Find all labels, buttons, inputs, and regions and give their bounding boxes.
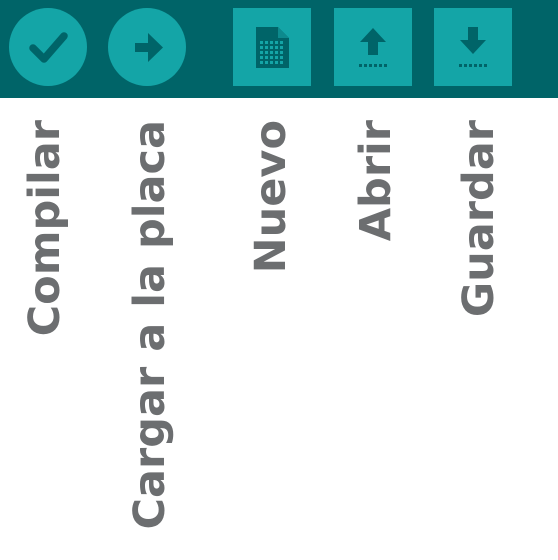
open-label: Abrir: [351, 120, 401, 242]
new-label: Nuevo: [246, 120, 296, 274]
button-labels: Compilar Cargar a la placa Nuevo Abrir G…: [0, 98, 558, 560]
save-button[interactable]: [434, 8, 512, 86]
open-button[interactable]: [334, 8, 412, 86]
upload-button[interactable]: [108, 8, 186, 86]
toolbar: [0, 0, 558, 98]
checkmark-icon: [29, 32, 68, 63]
new-button[interactable]: [233, 8, 311, 86]
arrow-down-icon: [459, 27, 487, 67]
verify-label: Compilar: [20, 120, 70, 337]
arrow-right-icon: [135, 33, 163, 62]
verify-button[interactable]: [9, 8, 87, 86]
save-label: Guardar: [454, 120, 504, 318]
upload-label: Cargar a la placa: [125, 120, 175, 530]
arrow-up-icon: [359, 28, 387, 67]
new-document-icon: [256, 27, 289, 68]
